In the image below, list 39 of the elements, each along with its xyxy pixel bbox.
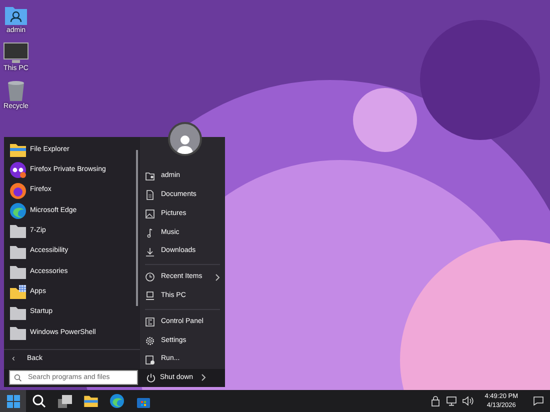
- control-panel-icon: [145, 316, 155, 327]
- start-icon: [6, 394, 20, 408]
- folder-icon: [10, 264, 26, 279]
- network-icon[interactable]: [446, 396, 457, 406]
- folder-icon: [84, 395, 98, 407]
- shield-lock-icon[interactable]: [430, 396, 441, 406]
- computer-icon: [145, 291, 155, 302]
- power-icon: [146, 372, 156, 383]
- trash-bin-icon: [6, 80, 26, 102]
- folder-icon: [10, 306, 26, 320]
- search-icon: [14, 374, 22, 382]
- fox-globe-icon: [10, 182, 26, 199]
- document-icon: [145, 190, 155, 200]
- settings-icon: [145, 336, 155, 346]
- search-icon: [32, 394, 46, 408]
- wave-globe-icon: [110, 394, 124, 408]
- picture-icon: [145, 208, 155, 219]
- back-chevron-icon: ‹: [12, 352, 15, 366]
- speaker-icon[interactable]: [462, 396, 474, 406]
- caret-icon: [201, 374, 206, 382]
- music-note-icon: [145, 228, 155, 238]
- start-button[interactable]: [0, 390, 26, 412]
- wave-globe-icon: [10, 203, 26, 220]
- monitor-icon: [3, 42, 29, 64]
- user-folder-icon: [145, 171, 155, 182]
- folder-icon: [10, 143, 26, 158]
- folder-grid-icon: [10, 285, 26, 300]
- stacked-windows-icon: [58, 394, 72, 408]
- mask-icon: [10, 162, 26, 178]
- folder-icon: [10, 244, 26, 259]
- clock-icon: [145, 272, 155, 282]
- user-folder-icon: [4, 4, 28, 26]
- folder-icon: [10, 224, 26, 238]
- run-window-icon: [145, 354, 155, 365]
- user-silhouette-icon: [175, 134, 195, 154]
- scroll-bar[interactable]: [136, 150, 138, 306]
- notification-icon[interactable]: [533, 396, 544, 406]
- download-arrow-icon: [145, 246, 155, 257]
- folder-icon: [10, 326, 26, 340]
